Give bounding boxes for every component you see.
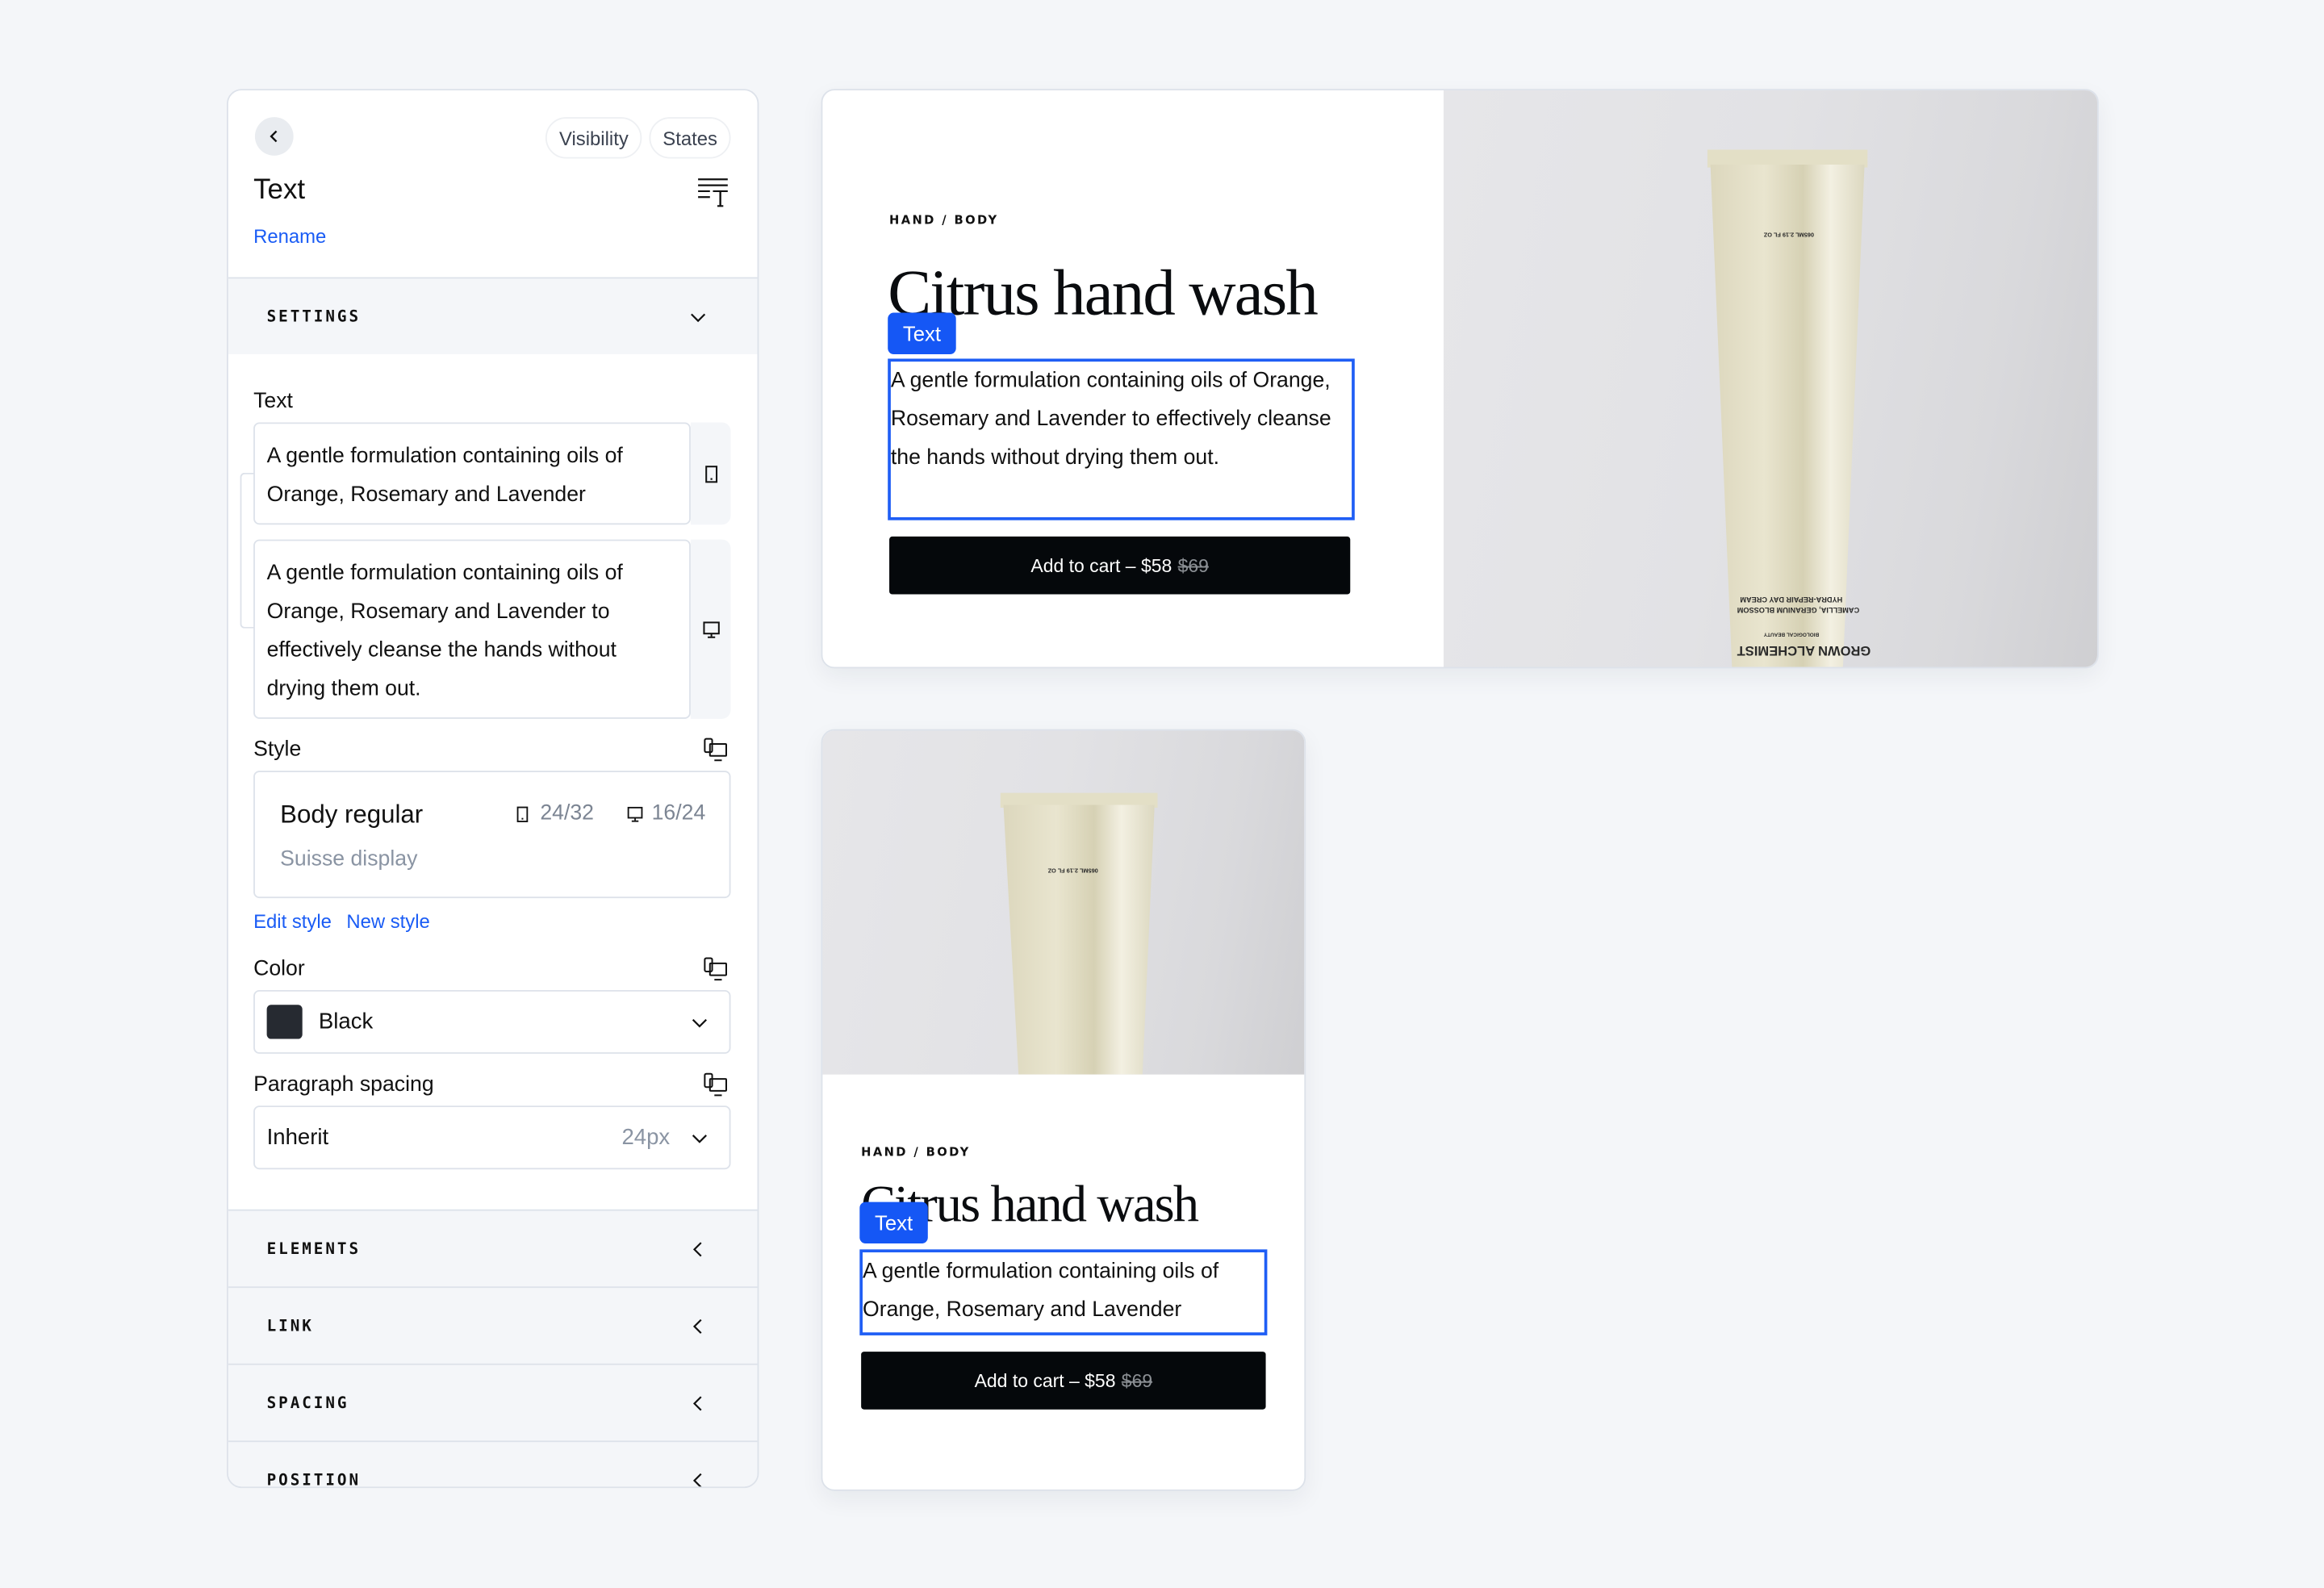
responsive-link-icon[interactable] xyxy=(703,956,729,983)
selected-text-block[interactable]: A gentle formulation containing oils of … xyxy=(888,358,1355,520)
tube-product: HYDRA-REPAIR DAY CREAM xyxy=(1740,594,1843,604)
paragraph-spacing-px: 24px xyxy=(621,1125,671,1151)
chevron-down-icon xyxy=(692,1018,707,1027)
color-select[interactable]: Black xyxy=(253,989,731,1054)
section-link[interactable]: LINK xyxy=(228,1286,758,1364)
product-photo: 065ML 2.19 FL OZ xyxy=(822,730,1305,1075)
chevron-left-icon xyxy=(692,1318,702,1334)
section-settings[interactable]: SETTINGS xyxy=(228,277,758,354)
rename-link[interactable]: Rename xyxy=(253,225,326,248)
section-link-label: LINK xyxy=(266,1316,314,1335)
tube-brand: GROWN ALCHEMIST xyxy=(1737,643,1871,658)
paragraph-spacing-label: Paragraph spacing xyxy=(253,1072,434,1097)
tube-volume: 065ML 2.19 FL OZ xyxy=(1047,867,1098,875)
color-label: Color xyxy=(253,957,305,981)
section-elements[interactable]: ELEMENTS xyxy=(228,1209,758,1287)
desktop-size-value: 16/24 xyxy=(651,801,706,826)
chevron-left-icon xyxy=(692,1241,702,1256)
product-category: HAND / BODY xyxy=(889,213,999,228)
selection-tag: Text xyxy=(888,312,956,354)
mobile-text-input[interactable]: A gentle formulation containing oils of … xyxy=(253,422,691,525)
section-spacing[interactable]: SPACING xyxy=(228,1363,758,1441)
responsive-link-icon[interactable] xyxy=(703,737,729,763)
text-type-icon xyxy=(698,178,728,207)
product-tube: 065ML 2.19 FL OZ xyxy=(997,792,1160,1075)
mobile-size-value: 24/32 xyxy=(540,801,594,826)
mobile-icon xyxy=(517,805,529,822)
product-photo: 065ML 2.19 FL OZ HYDRA-REPAIR DAY CREAM … xyxy=(1443,90,2097,667)
edit-style-link[interactable]: Edit style xyxy=(253,910,332,933)
old-price: $69 xyxy=(1121,1370,1153,1391)
mobile-icon xyxy=(704,465,717,483)
section-spacing-label: SPACING xyxy=(266,1394,349,1412)
mobile-device-toggle[interactable] xyxy=(690,422,731,525)
section-position-label: POSITION xyxy=(266,1471,362,1489)
visibility-tab[interactable]: Visibility xyxy=(545,117,642,159)
selected-text-block[interactable]: A gentle formulation containing oils of … xyxy=(859,1249,1268,1335)
product-tube: 065ML 2.19 FL OZ HYDRA-REPAIR DAY CREAM … xyxy=(1704,149,1871,667)
properties-panel: Visibility States Text Rename SETTINGS T… xyxy=(227,89,759,1489)
section-position[interactable]: POSITION xyxy=(228,1440,758,1489)
old-price: $69 xyxy=(1177,554,1209,576)
desktop-text-input[interactable]: A gentle formulation containing oils of … xyxy=(253,539,691,719)
cart-label: Add to cart – $58 xyxy=(1030,554,1172,576)
panel-title: Text xyxy=(253,174,306,207)
section-elements-label: ELEMENTS xyxy=(266,1239,362,1258)
states-tab[interactable]: States xyxy=(649,117,731,159)
tube-volume: 065ML 2.19 FL OZ xyxy=(1763,231,1814,239)
new-style-link[interactable]: New style xyxy=(346,910,430,933)
mobile-preview: 065ML 2.19 FL OZ HAND / BODY Citrus hand… xyxy=(821,729,1306,1491)
color-value: Black xyxy=(318,1009,374,1035)
desktop-icon xyxy=(627,806,642,821)
tube-ingredients: CAMELLIA, GERANIUM BLOSSOM xyxy=(1737,604,1860,614)
responsive-link-icon[interactable] xyxy=(703,1072,729,1098)
product-category: HAND / BODY xyxy=(861,1145,971,1160)
desktop-icon xyxy=(702,621,719,637)
desktop-preview: HAND / BODY Citrus hand wash Text A gent… xyxy=(821,89,2099,669)
tube-tagline: BIOLOGICAL BEAUTY xyxy=(1763,631,1820,637)
add-to-cart-button[interactable]: Add to cart – $58 $69 xyxy=(861,1352,1266,1410)
chevron-left-icon xyxy=(692,1473,702,1487)
text-field-label: Text xyxy=(253,390,293,414)
style-label: Style xyxy=(253,738,302,763)
back-button[interactable] xyxy=(254,117,294,156)
style-sizes: 24/32 16/24 xyxy=(515,802,705,825)
add-to-cart-button[interactable]: Add to cart – $58 $69 xyxy=(889,536,1351,595)
color-swatch xyxy=(266,1005,303,1039)
section-settings-label: SETTINGS xyxy=(266,307,362,326)
style-actions: Edit style New style xyxy=(253,910,430,933)
desktop-device-toggle[interactable] xyxy=(690,539,731,719)
paragraph-spacing-value: Inherit xyxy=(266,1125,329,1151)
style-font: Suisse display xyxy=(280,847,418,872)
selection-tag: Text xyxy=(859,1201,928,1244)
chevron-left-icon xyxy=(692,1395,702,1410)
chevron-left-icon xyxy=(270,130,278,143)
style-name: Body regular xyxy=(280,800,424,829)
text-style-selector[interactable]: Body regular Suisse display 24/32 16/24 xyxy=(253,771,731,899)
paragraph-spacing-select[interactable]: Inherit 24px xyxy=(253,1105,731,1170)
chevron-down-icon xyxy=(691,312,706,322)
cart-label: Add to cart – $58 xyxy=(974,1370,1116,1391)
chevron-down-icon xyxy=(692,1134,707,1143)
